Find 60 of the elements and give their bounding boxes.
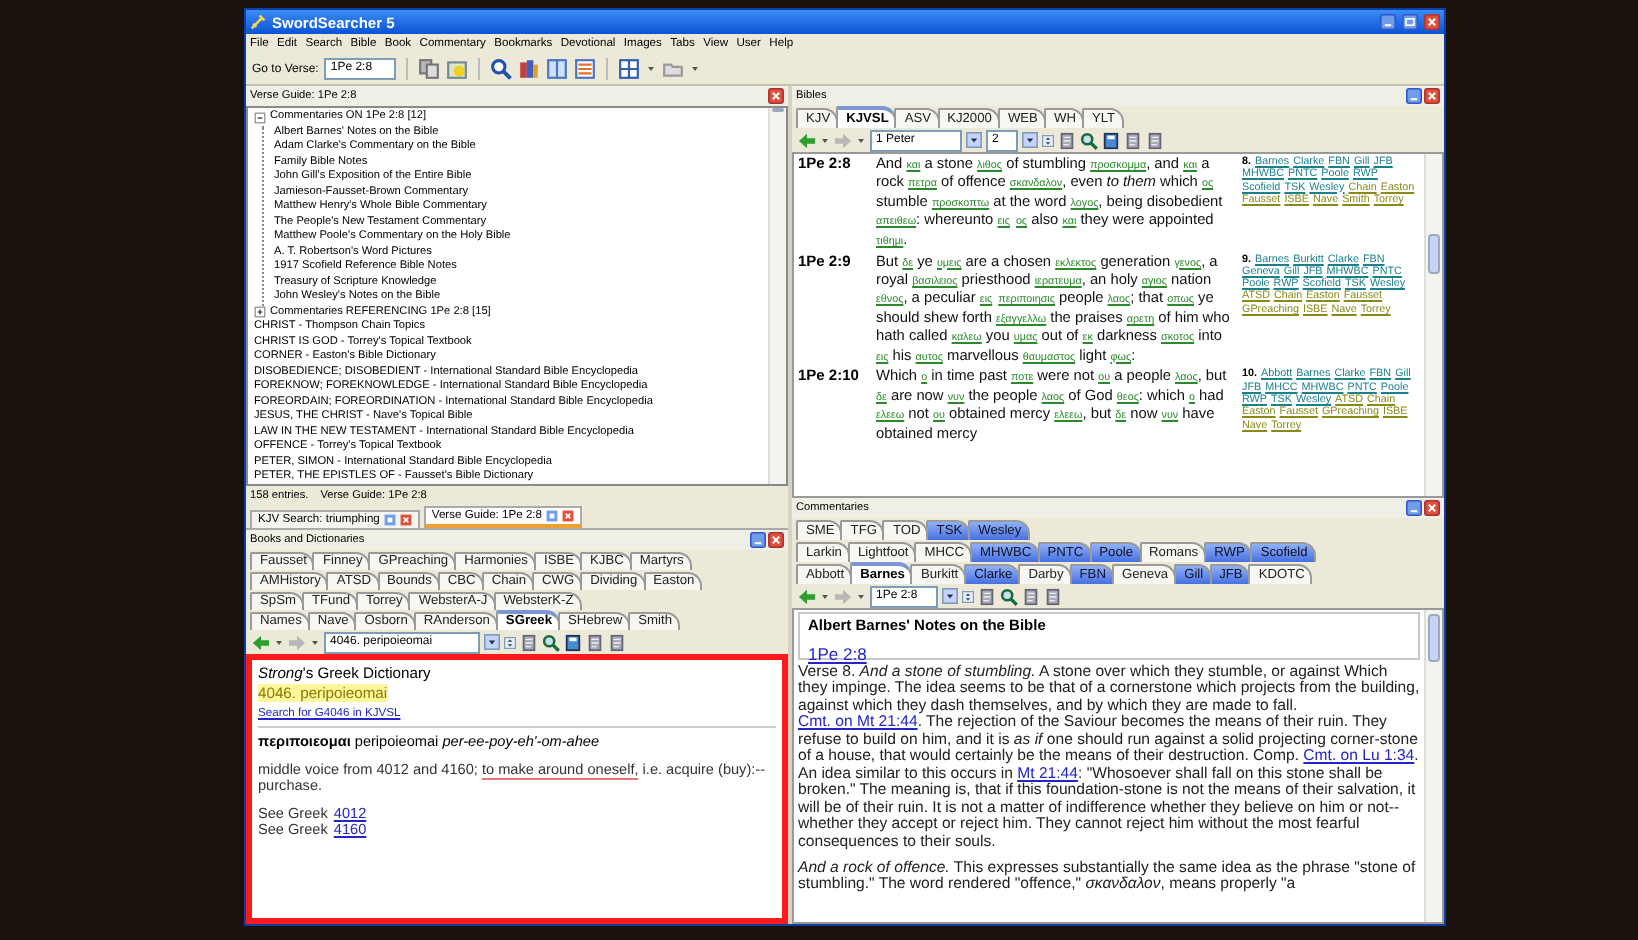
caret-icon[interactable] (310, 635, 320, 649)
back-arrow-icon[interactable] (798, 131, 816, 149)
minimize-button[interactable] (1380, 14, 1396, 30)
panel-close-button[interactable] (768, 532, 784, 548)
document-icon[interactable] (586, 633, 604, 651)
verse-link[interactable]: 1Pe 2:8 (808, 644, 867, 664)
document-icon[interactable] (608, 633, 626, 651)
layout-icon[interactable] (618, 58, 641, 80)
minimize-button[interactable] (750, 532, 766, 548)
document-icon[interactable] (1146, 131, 1164, 149)
expand-icon[interactable] (254, 306, 266, 319)
spin-icon[interactable] (1042, 131, 1054, 149)
dropdown-icon[interactable] (484, 634, 500, 650)
document-icon[interactable] (1044, 587, 1062, 605)
close-icon[interactable] (562, 510, 575, 522)
spin-icon[interactable] (962, 587, 974, 605)
columns-icon[interactable] (546, 58, 569, 80)
list-icon[interactable] (574, 58, 597, 80)
document-icon[interactable] (978, 587, 996, 605)
maximize-button[interactable] (1402, 14, 1418, 30)
sword-icon (250, 14, 266, 30)
search-icon[interactable] (542, 633, 560, 651)
minimize-button[interactable] (1406, 500, 1422, 516)
scrollbar[interactable] (1424, 610, 1442, 922)
note-icon[interactable] (446, 58, 469, 80)
restore-icon[interactable] (383, 514, 396, 526)
search-icon[interactable] (490, 58, 513, 80)
scrollbar[interactable] (768, 108, 786, 484)
scrollbar[interactable] (1424, 154, 1442, 496)
close-icon[interactable] (399, 514, 412, 526)
book-icon[interactable] (1102, 131, 1120, 149)
dropdown-icon[interactable] (966, 132, 982, 148)
caret-icon[interactable] (820, 589, 830, 603)
dropdown-icon[interactable] (1022, 132, 1038, 148)
minimize-button[interactable] (1406, 88, 1422, 104)
document-icon[interactable] (1124, 131, 1142, 149)
panel-close-button[interactable] (1424, 500, 1440, 516)
books-icon[interactable] (518, 58, 541, 80)
copy-icon[interactable] (418, 58, 441, 80)
caret-icon[interactable] (856, 589, 866, 603)
collapse-icon[interactable] (254, 111, 266, 124)
search-icon[interactable] (1000, 587, 1018, 605)
panel-close-button[interactable] (1424, 88, 1440, 104)
restore-icon[interactable] (546, 510, 559, 522)
back-arrow-icon[interactable] (798, 587, 816, 605)
dropdown-icon[interactable] (942, 588, 958, 604)
back-arrow-icon[interactable] (252, 633, 270, 651)
document-icon[interactable] (520, 633, 538, 651)
caret-icon[interactable] (820, 133, 830, 147)
book-icon[interactable] (564, 633, 582, 651)
caret-icon[interactable] (274, 635, 284, 649)
caret-icon[interactable] (646, 62, 657, 76)
close-button[interactable] (1424, 14, 1440, 30)
search-icon[interactable] (1080, 131, 1098, 149)
caret-icon[interactable] (856, 133, 866, 147)
panel-close-button[interactable] (768, 88, 784, 104)
spin-icon[interactable] (504, 633, 516, 651)
caret-icon[interactable] (690, 62, 701, 76)
document-icon[interactable] (1058, 131, 1076, 149)
document-icon[interactable] (1022, 587, 1040, 605)
